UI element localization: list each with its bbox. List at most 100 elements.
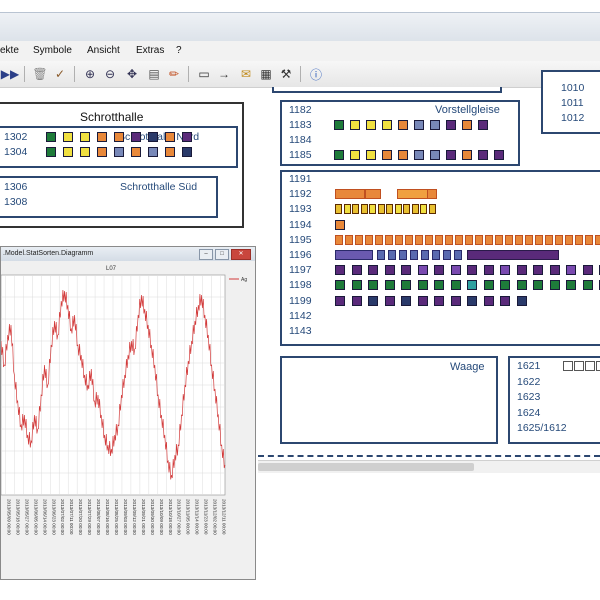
wagon[interactable] [403,204,410,215]
track-1621[interactable]: 1621 [517,360,600,374]
track-1191[interactable]: 1191 [289,173,600,187]
wagon[interactable] [420,204,427,215]
wagon[interactable] [494,150,504,160]
wagon[interactable] [414,120,424,130]
track-1184[interactable]: 1184 [289,134,600,148]
schrotthalle-sued-box[interactable]: Schrotthalle Süd 1306 1308 [0,176,218,218]
wagon[interactable] [563,361,573,371]
wagon[interactable] [335,219,345,230]
track-1192[interactable]: 1192 [289,188,600,202]
wagon[interactable] [585,234,593,245]
wagon[interactable] [462,120,472,130]
wagon[interactable] [63,147,73,157]
wagon[interactable] [377,250,385,260]
wagon[interactable] [351,280,362,291]
wagon[interactable] [566,280,576,291]
chart-window-titlebar[interactable]: .Model.StatSorten.Diagramm – □ ✕ [1,247,255,261]
wagon[interactable] [335,295,345,306]
wagon[interactable] [585,361,595,371]
comment-icon[interactable]: ✉ [238,66,254,82]
wagon[interactable] [388,250,396,260]
wagon[interactable] [483,280,494,291]
wagon[interactable] [432,250,440,260]
wagon[interactable] [478,150,488,160]
wagon[interactable] [582,280,593,291]
wagon[interactable] [182,147,192,157]
wagon[interactable] [500,265,510,276]
wagon[interactable] [398,120,408,130]
track-1302[interactable]: 1302 [4,131,324,145]
wagon[interactable] [485,234,493,245]
wagon[interactable] [467,295,477,306]
wagon[interactable] [384,280,395,291]
wagon[interactable] [350,120,360,130]
wagon[interactable] [182,132,192,142]
wagon[interactable] [450,280,461,291]
wagon[interactable] [435,234,443,245]
print-icon[interactable]: ▤ [146,66,162,82]
wagon[interactable] [446,120,456,130]
wagon[interactable] [495,234,503,245]
wagon[interactable] [566,265,576,276]
track-1193[interactable]: 1193 [289,203,600,217]
wagon[interactable] [414,150,424,160]
wagon[interactable] [394,204,402,215]
wagon[interactable] [549,280,560,291]
horizontal-scrollbar[interactable] [258,460,600,473]
wagon[interactable] [401,295,411,306]
wagon[interactable] [478,120,488,130]
wagon[interactable] [467,250,559,260]
wagon[interactable] [97,132,107,142]
wagon[interactable] [397,189,429,200]
wagon[interactable] [417,280,428,291]
menu-objekte[interactable]: ekte [0,45,19,56]
wagon[interactable] [467,280,477,291]
wagon[interactable] [399,250,407,260]
wagon[interactable] [395,234,403,245]
track-1197[interactable]: 1197 [289,264,600,278]
wagon[interactable] [500,280,510,291]
wagon[interactable] [351,295,362,306]
wagon[interactable] [483,295,494,306]
wagon[interactable] [434,295,444,306]
wagon[interactable] [533,280,543,291]
wagon[interactable] [401,280,411,291]
wagon[interactable] [377,204,385,215]
wagon[interactable] [398,150,408,160]
wagon[interactable] [360,204,368,215]
wagon[interactable] [410,250,418,260]
minimize-icon[interactable]: – [199,249,213,260]
wagon[interactable] [352,204,359,215]
track-1198[interactable]: 1198 [289,279,600,293]
wagon[interactable] [335,234,343,245]
wagon[interactable] [384,265,395,276]
wagon[interactable] [421,250,429,260]
wagon[interactable] [343,204,351,215]
wagon[interactable] [405,234,413,245]
wagon[interactable] [427,189,437,200]
wagon[interactable] [415,234,423,245]
wagon[interactable] [401,265,411,276]
wagon[interactable] [335,265,345,276]
wagon[interactable] [434,265,444,276]
track-1304[interactable]: 1304 [4,146,324,160]
wagon[interactable] [549,265,560,276]
wagon[interactable] [386,204,393,215]
wagon[interactable] [525,234,533,245]
maximize-icon[interactable]: □ [215,249,229,260]
pencil-icon[interactable]: ✏ [166,66,182,82]
broom-icon[interactable]: ✓ [52,66,68,82]
close-icon[interactable]: ✕ [231,249,251,260]
wagon[interactable] [365,234,373,245]
wagon[interactable] [80,147,90,157]
zoom-in-icon[interactable]: ⊕ [82,66,98,82]
wagon[interactable] [165,147,175,157]
track-1622[interactable]: 1622 [517,376,600,390]
wagon[interactable] [450,295,461,306]
wagon[interactable] [500,295,510,306]
wagon[interactable] [382,120,392,130]
wagon[interactable] [434,280,444,291]
wagon[interactable] [516,295,527,306]
fast-forward-icon[interactable]: ▶▶ [1,66,19,82]
wagon[interactable] [165,132,175,142]
